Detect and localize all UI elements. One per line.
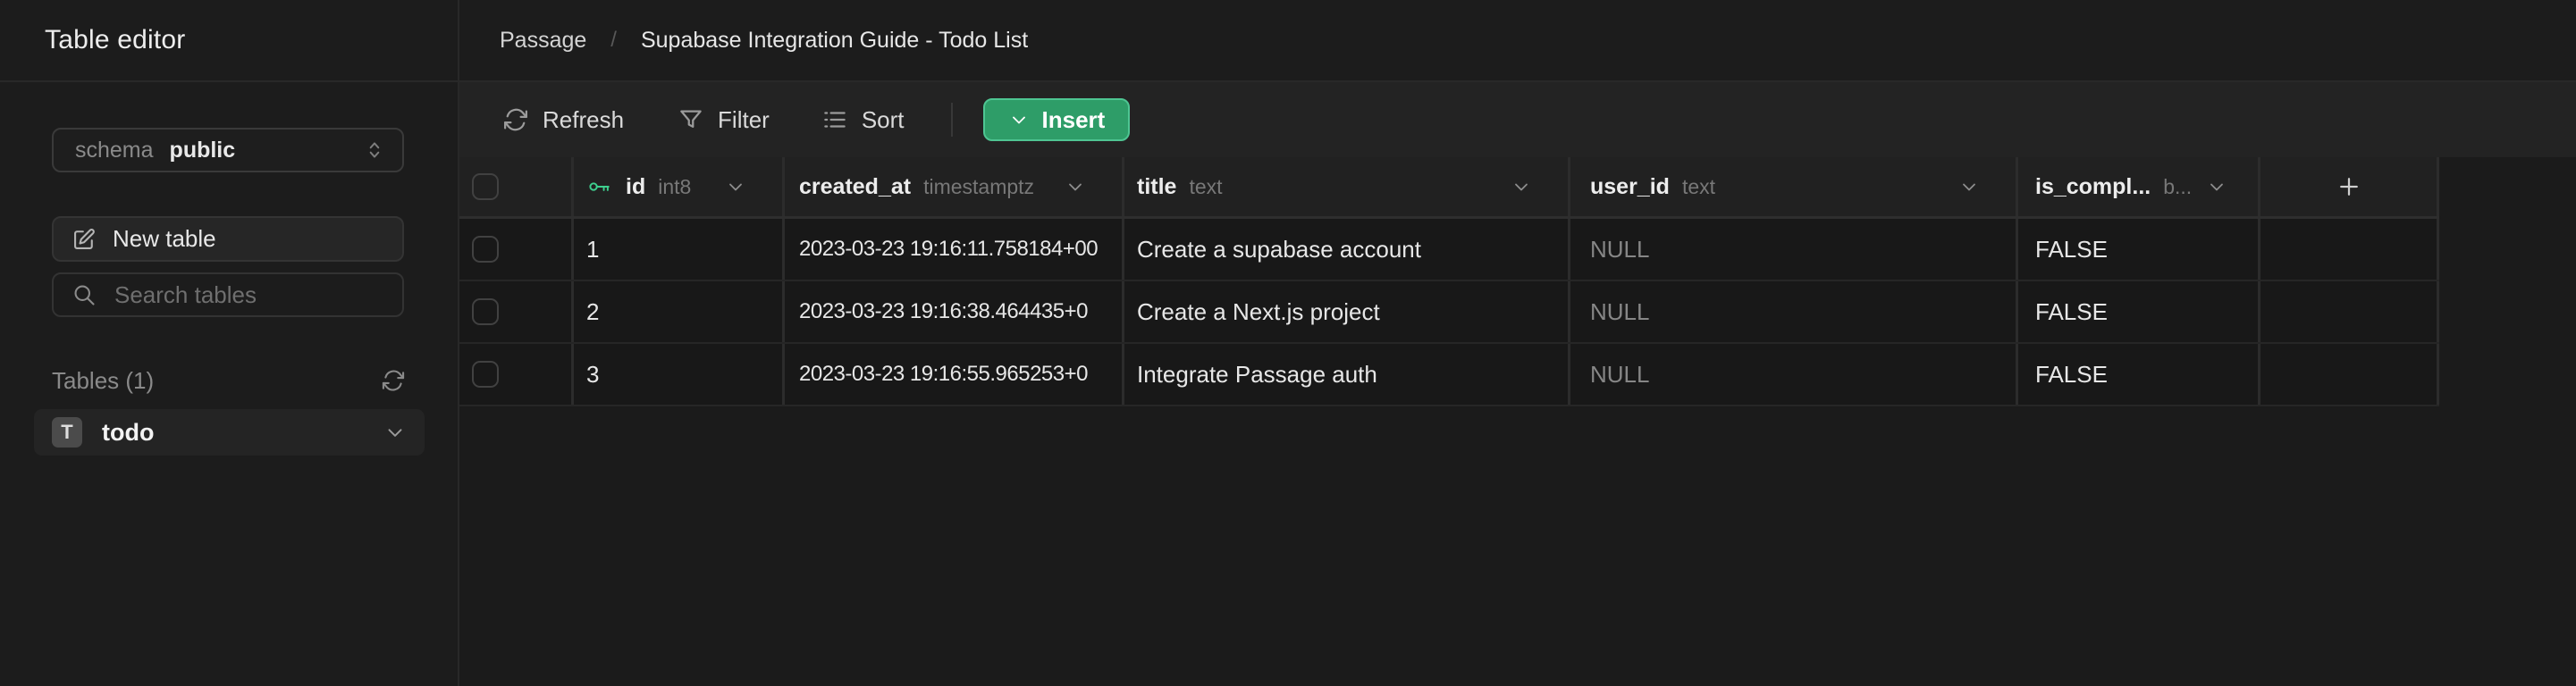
column-header-id[interactable]: id int8 bbox=[574, 157, 785, 216]
column-type: text bbox=[1189, 174, 1223, 198]
column-type: text bbox=[1681, 174, 1716, 198]
cell-is-completed[interactable]: FALSE bbox=[2018, 219, 2260, 280]
cell-empty bbox=[2260, 281, 2439, 342]
column-name: title bbox=[1137, 173, 1177, 199]
select-all-cell bbox=[459, 157, 574, 216]
cell-title[interactable]: Create a supabase account bbox=[1124, 219, 1570, 280]
cell-created-at[interactable]: 2023-03-23 19:16:11.758184+00 bbox=[785, 219, 1124, 280]
refresh-icon bbox=[502, 106, 529, 133]
schema-select[interactable]: schema public bbox=[52, 128, 404, 172]
filter-icon bbox=[678, 106, 704, 133]
row-checkbox[interactable] bbox=[472, 361, 499, 388]
column-name: id bbox=[626, 173, 646, 199]
cell-user-id[interactable]: NULL bbox=[1570, 219, 2018, 280]
page-title: Table editor bbox=[45, 25, 186, 54]
sort-button[interactable]: Sort bbox=[821, 106, 905, 134]
plus-icon bbox=[2336, 173, 2362, 200]
cell-empty bbox=[2260, 219, 2439, 280]
filter-button[interactable]: Filter bbox=[678, 106, 770, 134]
column-type: b... bbox=[2163, 174, 2193, 198]
new-table-button[interactable]: New table bbox=[52, 216, 404, 262]
breadcrumb-separator: / bbox=[610, 28, 617, 52]
primary-key-icon bbox=[586, 175, 613, 198]
cell-id[interactable]: 1 bbox=[574, 219, 785, 280]
toolbar-divider bbox=[950, 103, 953, 137]
refresh-button[interactable]: Refresh bbox=[502, 106, 624, 134]
column-name: created_at bbox=[799, 173, 912, 199]
cell-user-id[interactable]: NULL bbox=[1570, 344, 2018, 405]
tables-section-heading: Tables (1) bbox=[52, 364, 406, 397]
sort-icon bbox=[821, 106, 848, 133]
insert-button[interactable]: Insert bbox=[982, 98, 1131, 141]
cell-id[interactable]: 2 bbox=[574, 281, 785, 342]
grid-header-row: id int8 created_at timestamptz title tex… bbox=[459, 157, 2439, 219]
search-tables-box bbox=[52, 272, 414, 317]
sort-label: Sort bbox=[861, 105, 905, 133]
cell-empty bbox=[2260, 344, 2439, 405]
column-menu-chevron-icon[interactable] bbox=[1065, 176, 1086, 197]
row-select-cell bbox=[459, 344, 574, 405]
breadcrumb-project[interactable]: Passage bbox=[500, 28, 586, 54]
column-header-title[interactable]: title text bbox=[1124, 157, 1570, 216]
column-menu-chevron-icon[interactable] bbox=[1958, 176, 1980, 197]
column-header-created-at[interactable]: created_at timestamptz bbox=[785, 157, 1124, 216]
refresh-tables-icon[interactable] bbox=[381, 368, 406, 393]
breadcrumb-bar: Passage / Supabase Integration Guide - T… bbox=[459, 0, 2576, 82]
column-menu-chevron-icon[interactable] bbox=[2206, 176, 2227, 197]
row-select-cell bbox=[459, 281, 574, 342]
cell-is-completed[interactable]: FALSE bbox=[2018, 281, 2260, 342]
sidebar: Table editor schema public New table Tab… bbox=[0, 0, 459, 686]
add-column-button[interactable] bbox=[2260, 157, 2439, 216]
chevrons-up-down-icon bbox=[363, 138, 386, 162]
table-row: 2 2023-03-23 19:16:38.464435+0 Create a … bbox=[459, 281, 2439, 344]
select-all-checkbox[interactable] bbox=[472, 173, 499, 200]
table-item-name: todo bbox=[102, 418, 155, 446]
column-name: is_compl... bbox=[2035, 173, 2151, 199]
column-name: user_id bbox=[1590, 173, 1670, 199]
cell-title[interactable]: Create a Next.js project bbox=[1124, 281, 1570, 342]
cell-id[interactable]: 3 bbox=[574, 344, 785, 405]
table-row: 1 2023-03-23 19:16:11.758184+00 Create a… bbox=[459, 219, 2439, 281]
column-menu-chevron-icon[interactable] bbox=[1511, 176, 1532, 197]
search-icon bbox=[72, 282, 97, 307]
search-tables-input[interactable] bbox=[114, 280, 414, 309]
row-checkbox[interactable] bbox=[472, 236, 499, 263]
schema-select-label: schema bbox=[75, 137, 154, 163]
cell-created-at[interactable]: 2023-03-23 19:16:38.464435+0 bbox=[785, 281, 1124, 342]
chevron-down-icon bbox=[1008, 109, 1030, 130]
insert-label: Insert bbox=[1041, 105, 1106, 133]
column-type: timestamptz bbox=[923, 174, 1035, 198]
cell-created-at[interactable]: 2023-03-23 19:16:55.965253+0 bbox=[785, 344, 1124, 405]
table-editor-app: Table editor schema public New table Tab… bbox=[0, 0, 2576, 686]
sidebar-item-todo[interactable]: T todo bbox=[34, 409, 425, 456]
filter-label: Filter bbox=[718, 105, 770, 133]
column-menu-chevron-icon[interactable] bbox=[725, 176, 746, 197]
column-type: int8 bbox=[658, 174, 692, 198]
table-badge: T bbox=[52, 417, 82, 448]
schema-select-value: public bbox=[169, 137, 236, 163]
column-header-is-completed[interactable]: is_compl... b... bbox=[2018, 157, 2260, 216]
row-select-cell bbox=[459, 219, 574, 280]
breadcrumb-current-page: Supabase Integration Guide - Todo List bbox=[640, 27, 1029, 53]
table-row: 3 2023-03-23 19:16:55.965253+0 Integrate… bbox=[459, 344, 2439, 406]
tables-count-label: Tables (1) bbox=[52, 366, 155, 394]
column-header-user-id[interactable]: user_id text bbox=[1570, 157, 2018, 216]
cell-user-id[interactable]: NULL bbox=[1570, 281, 2018, 342]
edit-icon bbox=[72, 227, 97, 252]
cell-title[interactable]: Integrate Passage auth bbox=[1124, 344, 1570, 405]
grid-toolbar: Refresh Filter Sort Insert bbox=[459, 82, 2576, 157]
cell-is-completed[interactable]: FALSE bbox=[2018, 344, 2260, 405]
refresh-label: Refresh bbox=[543, 105, 625, 133]
data-grid: id int8 created_at timestamptz title tex… bbox=[459, 157, 2439, 406]
new-table-label: New table bbox=[113, 225, 216, 252]
row-checkbox[interactable] bbox=[472, 298, 499, 325]
sidebar-header: Table editor bbox=[0, 0, 458, 82]
chevron-down-icon[interactable] bbox=[383, 421, 407, 444]
